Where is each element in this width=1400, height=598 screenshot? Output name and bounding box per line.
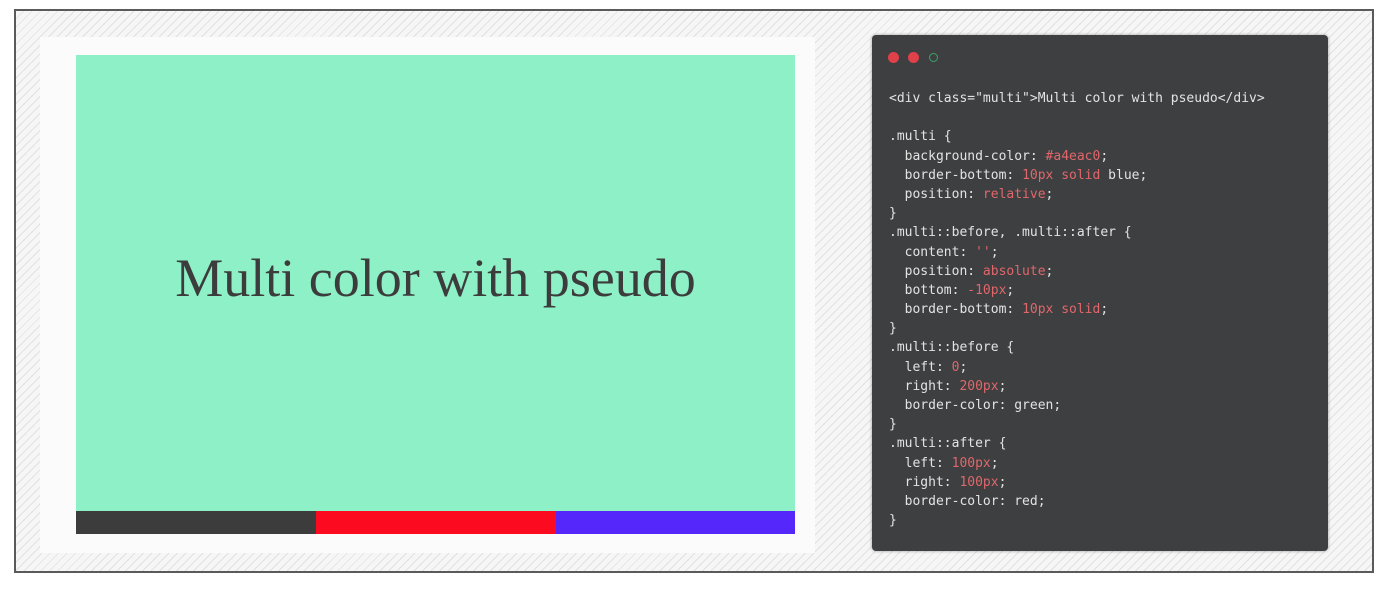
code-token: ; bbox=[1045, 263, 1054, 279]
code-token: position: bbox=[889, 263, 983, 279]
code-token: border-bottom: bbox=[889, 167, 1023, 183]
code-token: right: bbox=[889, 378, 960, 394]
code-token: <div class="multi">Multi color with pseu… bbox=[889, 91, 1265, 106]
code-value-token: '' bbox=[975, 244, 991, 260]
code-line: left: 100px; bbox=[889, 454, 1265, 473]
code-token: ; bbox=[1045, 186, 1054, 202]
code-value-token: 10px solid bbox=[1022, 167, 1101, 183]
code-line: right: 100px; bbox=[889, 473, 1265, 492]
code-token: } bbox=[889, 513, 897, 529]
code-line: .multi::before, .multi::after { bbox=[889, 223, 1265, 242]
code-token: position: bbox=[889, 186, 983, 202]
bar-segment-dark bbox=[76, 511, 316, 534]
code-value-token: #a4eac0 bbox=[1045, 148, 1101, 164]
code-line: bottom: -10px; bbox=[889, 281, 1265, 300]
code-token: blue; bbox=[1100, 167, 1148, 183]
demo-text: Multi color with pseudo bbox=[175, 248, 696, 308]
code-line: } bbox=[889, 319, 1265, 338]
code-token: .multi::before { bbox=[889, 340, 1015, 356]
code-token: ; bbox=[998, 378, 1007, 394]
code-token: } bbox=[889, 321, 897, 337]
code-value-token: 100px bbox=[959, 474, 999, 490]
bar-segment-red bbox=[316, 511, 556, 534]
code-line: } bbox=[889, 204, 1265, 223]
code-token: .multi::after { bbox=[889, 436, 1007, 452]
code-line: right: 200px; bbox=[889, 377, 1265, 396]
code-line: } bbox=[889, 415, 1265, 434]
code-line: border-color: red; bbox=[889, 492, 1265, 511]
code-line: border-bottom: 10px solid blue; bbox=[889, 166, 1265, 185]
code-value-token: -10px bbox=[967, 282, 1007, 298]
code-token: border-color: green; bbox=[889, 398, 1062, 413]
code-token: border-bottom: bbox=[889, 302, 1023, 318]
code-token: ; bbox=[1100, 302, 1109, 318]
demo-box: Multi color with pseudo bbox=[76, 55, 795, 511]
code-line: .multi::before { bbox=[889, 338, 1265, 357]
code-token: ; bbox=[1100, 148, 1109, 164]
code-value-token: 100px bbox=[951, 455, 991, 471]
code-value-token: 200px bbox=[959, 378, 999, 394]
code-token: .multi::before, .multi::after { bbox=[889, 225, 1132, 241]
code-line: .multi { bbox=[889, 127, 1265, 146]
code-value-token: 10px solid bbox=[1022, 302, 1101, 318]
bar-segment-blue bbox=[556, 511, 795, 534]
code-token: border-color: red; bbox=[889, 493, 1046, 509]
code-token: background-color: bbox=[889, 148, 1046, 164]
code-line: } bbox=[889, 511, 1265, 530]
code-line: .multi::after { bbox=[889, 434, 1265, 453]
code-token: content: bbox=[889, 244, 976, 260]
code-token: right: bbox=[889, 474, 960, 490]
code-token: left: bbox=[889, 455, 952, 471]
code-value-token: absolute bbox=[982, 263, 1046, 279]
minimize-icon[interactable] bbox=[908, 52, 919, 63]
code-block: <div class="multi">Multi color with pseu… bbox=[889, 89, 1265, 530]
code-token: ; bbox=[990, 455, 999, 471]
maximize-icon[interactable] bbox=[929, 53, 938, 62]
code-line: border-color: green; bbox=[889, 396, 1265, 415]
code-token: ; bbox=[959, 359, 968, 375]
code-token: ; bbox=[990, 244, 999, 260]
code-value-token: relative bbox=[982, 186, 1046, 202]
code-token: ; bbox=[998, 474, 1007, 490]
close-icon[interactable] bbox=[888, 52, 899, 63]
code-token: bottom: bbox=[889, 282, 968, 298]
code-line: left: 0; bbox=[889, 358, 1265, 377]
code-line: position: absolute; bbox=[889, 262, 1265, 281]
code-line: content: ''; bbox=[889, 243, 1265, 262]
code-line: background-color: #a4eac0; bbox=[889, 147, 1265, 166]
code-line: <div class="multi">Multi color with pseu… bbox=[889, 89, 1265, 108]
code-token: left: bbox=[889, 359, 952, 375]
code-token: ; bbox=[1006, 282, 1015, 298]
code-token: } bbox=[889, 417, 897, 433]
code-editor-window: <div class="multi">Multi color with pseu… bbox=[872, 35, 1328, 551]
code-token: } bbox=[889, 206, 897, 222]
code-token: .multi { bbox=[889, 129, 952, 145]
code-line: position: relative; bbox=[889, 185, 1265, 204]
code-line: border-bottom: 10px solid; bbox=[889, 300, 1265, 319]
